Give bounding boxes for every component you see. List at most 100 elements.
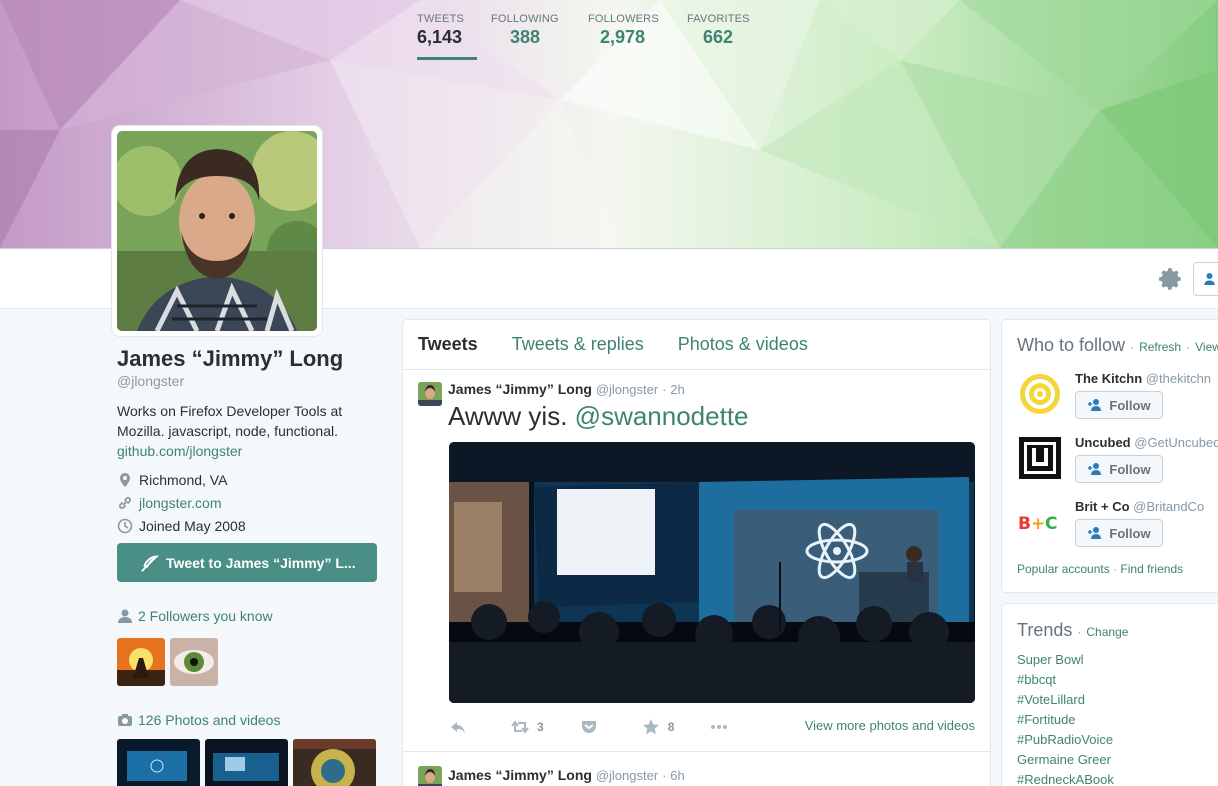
find-friends-link[interactable]: Find friends bbox=[1120, 562, 1183, 576]
tab-photos-videos[interactable]: Photos & videos bbox=[678, 334, 808, 355]
recommended-account: Uncubed @GetUncubed Follow bbox=[1017, 435, 1218, 485]
recommended-account: B + C Brit + Co @BritandCo Follow bbox=[1017, 499, 1218, 549]
popular-accounts-link[interactable]: Popular accounts bbox=[1017, 562, 1110, 576]
profile-avatar[interactable] bbox=[112, 126, 322, 336]
follow-button[interactable]: Follow bbox=[1075, 519, 1163, 547]
ellipsis-icon bbox=[711, 725, 728, 729]
recommended-avatar[interactable] bbox=[1017, 435, 1063, 481]
tweet-actions: 3 8 View more photos and videos bbox=[449, 703, 975, 751]
tweet[interactable]: James “Jimmy” Long @jlongster · 6h bbox=[403, 752, 990, 786]
photos-videos-link[interactable]: 126 Photos and videos bbox=[117, 712, 280, 728]
follower-avatar[interactable] bbox=[170, 638, 218, 686]
recommended-display-name: The Kitchn bbox=[1075, 371, 1143, 386]
refresh-link[interactable]: Refresh bbox=[1139, 340, 1181, 354]
more-options-button[interactable] bbox=[710, 718, 736, 736]
who-to-follow-header: Who to follow · Refresh · View a bbox=[1017, 335, 1218, 356]
person-icon bbox=[118, 609, 132, 623]
tweet-text-body: Awww yis. bbox=[448, 401, 568, 431]
gear-icon[interactable] bbox=[1158, 266, 1184, 292]
follower-avatar[interactable] bbox=[117, 638, 165, 686]
pocket-button[interactable] bbox=[580, 718, 606, 736]
followers-you-know-text: 2 Followers you know bbox=[138, 608, 273, 624]
photo-thumbnail[interactable] bbox=[117, 739, 200, 786]
stat-following-value: 388 bbox=[510, 27, 541, 47]
tweet-text: Awww yis. @swannodette bbox=[448, 400, 975, 432]
stat-favorites[interactable]: FAVORITES 662 bbox=[687, 0, 750, 60]
follow-button-top[interactable] bbox=[1193, 262, 1218, 296]
trend-item[interactable]: #Fortitude bbox=[1017, 710, 1114, 730]
stat-tweets[interactable]: TWEETS 6,143 bbox=[417, 0, 477, 60]
trend-item[interactable]: #VoteLillard bbox=[1017, 690, 1114, 710]
recommended-name[interactable]: Brit + Co @BritandCo bbox=[1075, 499, 1204, 514]
followers-you-know-avatars bbox=[117, 638, 218, 686]
quill-icon bbox=[141, 555, 160, 572]
trend-item[interactable]: #PubRadioVoice bbox=[1017, 730, 1114, 750]
tweet-author-handle[interactable]: @jlongster bbox=[596, 382, 658, 397]
stat-favorites-label: FAVORITES bbox=[687, 13, 750, 25]
retweet-count: 3 bbox=[537, 720, 544, 734]
profile-location-text: Richmond, VA bbox=[139, 472, 228, 488]
reply-icon bbox=[451, 722, 465, 733]
tweet-mention-link[interactable]: @swannodette bbox=[575, 401, 749, 431]
tweet-author-name[interactable]: James “Jimmy” Long bbox=[448, 767, 592, 783]
profile-name[interactable]: James “Jimmy” Long bbox=[117, 346, 387, 372]
trend-item[interactable]: Super Bowl bbox=[1017, 650, 1114, 670]
recommended-name[interactable]: Uncubed @GetUncubed bbox=[1075, 435, 1218, 450]
recommended-display-name: Brit + Co bbox=[1075, 499, 1130, 514]
profile-joined: Joined May 2008 bbox=[117, 517, 387, 535]
tweet-avatar[interactable] bbox=[418, 766, 442, 786]
add-user-icon bbox=[1088, 463, 1102, 475]
tweet-author-name[interactable]: James “Jimmy” Long bbox=[448, 381, 592, 397]
tweet-avatar[interactable] bbox=[418, 382, 442, 406]
photo-thumbnail[interactable] bbox=[293, 739, 376, 786]
trend-item[interactable]: #bbcqt bbox=[1017, 670, 1114, 690]
add-user-icon bbox=[1088, 527, 1102, 539]
retweet-button[interactable]: 3 bbox=[511, 718, 544, 736]
recommended-avatar[interactable]: B + C bbox=[1017, 499, 1063, 545]
tweet-author-handle[interactable]: @jlongster bbox=[596, 768, 658, 783]
tab-tweets-replies[interactable]: Tweets & replies bbox=[512, 334, 644, 355]
stat-followers-label: FOLLOWERS bbox=[588, 13, 659, 25]
svg-text:+: + bbox=[1031, 514, 1045, 534]
tweet[interactable]: James “Jimmy” Long @jlongster · 2h Awww … bbox=[403, 370, 990, 752]
follow-button[interactable]: Follow bbox=[1075, 391, 1163, 419]
followers-you-know-link[interactable]: 2 Followers you know bbox=[117, 608, 273, 624]
follow-button[interactable]: Follow bbox=[1075, 455, 1163, 483]
link-icon bbox=[119, 497, 131, 509]
timeline: Tweets Tweets & replies Photos & videos … bbox=[402, 319, 991, 786]
who-to-follow-title: Who to follow bbox=[1017, 335, 1126, 355]
photos-videos-text: 126 Photos and videos bbox=[138, 712, 281, 728]
recommended-handle: @GetUncubed bbox=[1134, 435, 1218, 450]
recommended-name[interactable]: The Kitchn @thekitchn bbox=[1075, 371, 1211, 386]
stat-followers[interactable]: FOLLOWERS 2,978 bbox=[588, 0, 659, 60]
tweet-timestamp[interactable]: 6h bbox=[670, 768, 684, 783]
stat-tweets-label: TWEETS bbox=[417, 13, 465, 25]
location-pin-icon bbox=[120, 473, 130, 487]
change-trends-link[interactable]: Change bbox=[1086, 625, 1128, 639]
stat-followers-value: 2,978 bbox=[600, 27, 646, 47]
profile-handle[interactable]: @jlongster bbox=[117, 373, 387, 389]
tweet-timestamp[interactable]: 2h bbox=[670, 382, 684, 397]
who-to-follow: Who to follow · Refresh · View a The Kit… bbox=[1001, 319, 1218, 593]
svg-text:C: C bbox=[1045, 514, 1057, 534]
reply-button[interactable] bbox=[449, 718, 475, 736]
favorite-button[interactable]: 8 bbox=[642, 718, 674, 736]
photo-thumbnail[interactable] bbox=[205, 739, 288, 786]
view-more-photos-link[interactable]: View more photos and videos bbox=[805, 718, 975, 733]
profile-website-link[interactable]: jlongster.com bbox=[139, 495, 221, 511]
tab-tweets[interactable]: Tweets bbox=[418, 334, 478, 355]
stat-tweets-value: 6,143 bbox=[417, 27, 463, 47]
profile-bio-link[interactable]: github.com/jlongster bbox=[117, 443, 242, 459]
trends-title: Trends bbox=[1017, 620, 1073, 640]
trend-item[interactable]: #RedneckABook bbox=[1017, 770, 1114, 786]
profile-bio: Works on Firefox Developer Tools at Mozi… bbox=[117, 401, 387, 461]
recommended-avatar[interactable] bbox=[1017, 371, 1063, 417]
view-all-link[interactable]: View a bbox=[1195, 340, 1218, 354]
tweet-photo[interactable] bbox=[449, 442, 975, 703]
trend-item[interactable]: Germaine Greer bbox=[1017, 750, 1114, 770]
stat-following[interactable]: FOLLOWING 388 bbox=[491, 0, 559, 60]
follow-button-label: Follow bbox=[1109, 525, 1151, 541]
tweet-to-button[interactable]: Tweet to James “Jimmy” L... bbox=[117, 543, 377, 582]
follow-button-label: Follow bbox=[1109, 397, 1151, 413]
tweet-header: James “Jimmy” Long @jlongster · 2h bbox=[448, 381, 685, 397]
